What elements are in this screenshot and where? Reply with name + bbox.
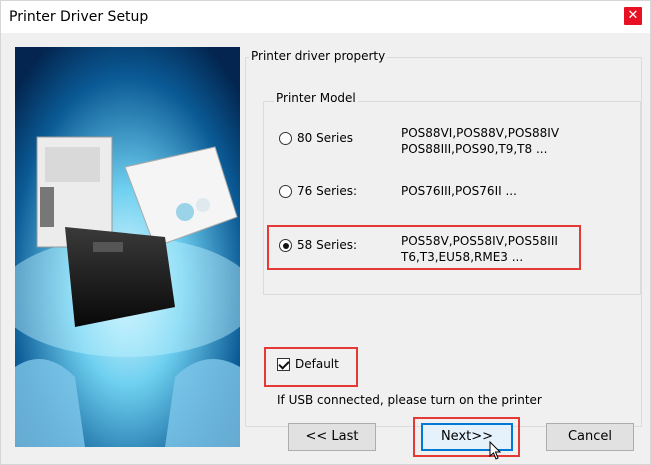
models-80-series: POS88VI,POS88V,POS88IV POS88III,POS90,T9… [401,125,559,157]
models-line: POS58V,POS58IV,POS58III [401,234,558,248]
usb-note: If USB connected, please turn on the pri… [277,393,542,407]
last-button[interactable]: << Last [288,423,376,451]
radio-label: 58 Series: [297,238,358,252]
property-group-label: Printer driver property [249,49,388,63]
close-icon: ✕ [627,8,639,23]
radio-label: 80 Series [297,131,353,145]
models-line: POS76III,POS76II ... [401,184,517,198]
close-button[interactable]: ✕ [624,7,642,25]
radio-button[interactable] [279,185,292,198]
default-checkbox[interactable] [277,358,290,371]
setup-window: Printer Driver Setup ✕ Printer driver pr… [0,0,651,465]
title-bar: Printer Driver Setup ✕ [1,1,650,33]
mouse-pointer-icon [489,441,502,460]
models-line: POS88VI,POS88V,POS88IV [401,126,560,140]
printer-model-label: Printer Model [274,91,358,105]
cancel-button[interactable]: Cancel [546,423,634,451]
models-58-series: POS58V,POS58IV,POS58III T6,T3,EU58,RME3 … [401,233,558,265]
default-checkbox-label: Default [295,357,339,371]
models-line: POS88III,POS90,T9,T8 ... [401,142,548,156]
printer-illustration [15,47,240,447]
models-line: T6,T3,EU58,RME3 ... [401,250,524,264]
window-title: Printer Driver Setup [9,9,149,25]
radio-button[interactable] [279,239,292,252]
radio-label: 76 Series: [297,184,358,198]
radio-button[interactable] [279,132,292,145]
models-76-series: POS76III,POS76II ... [401,183,517,199]
